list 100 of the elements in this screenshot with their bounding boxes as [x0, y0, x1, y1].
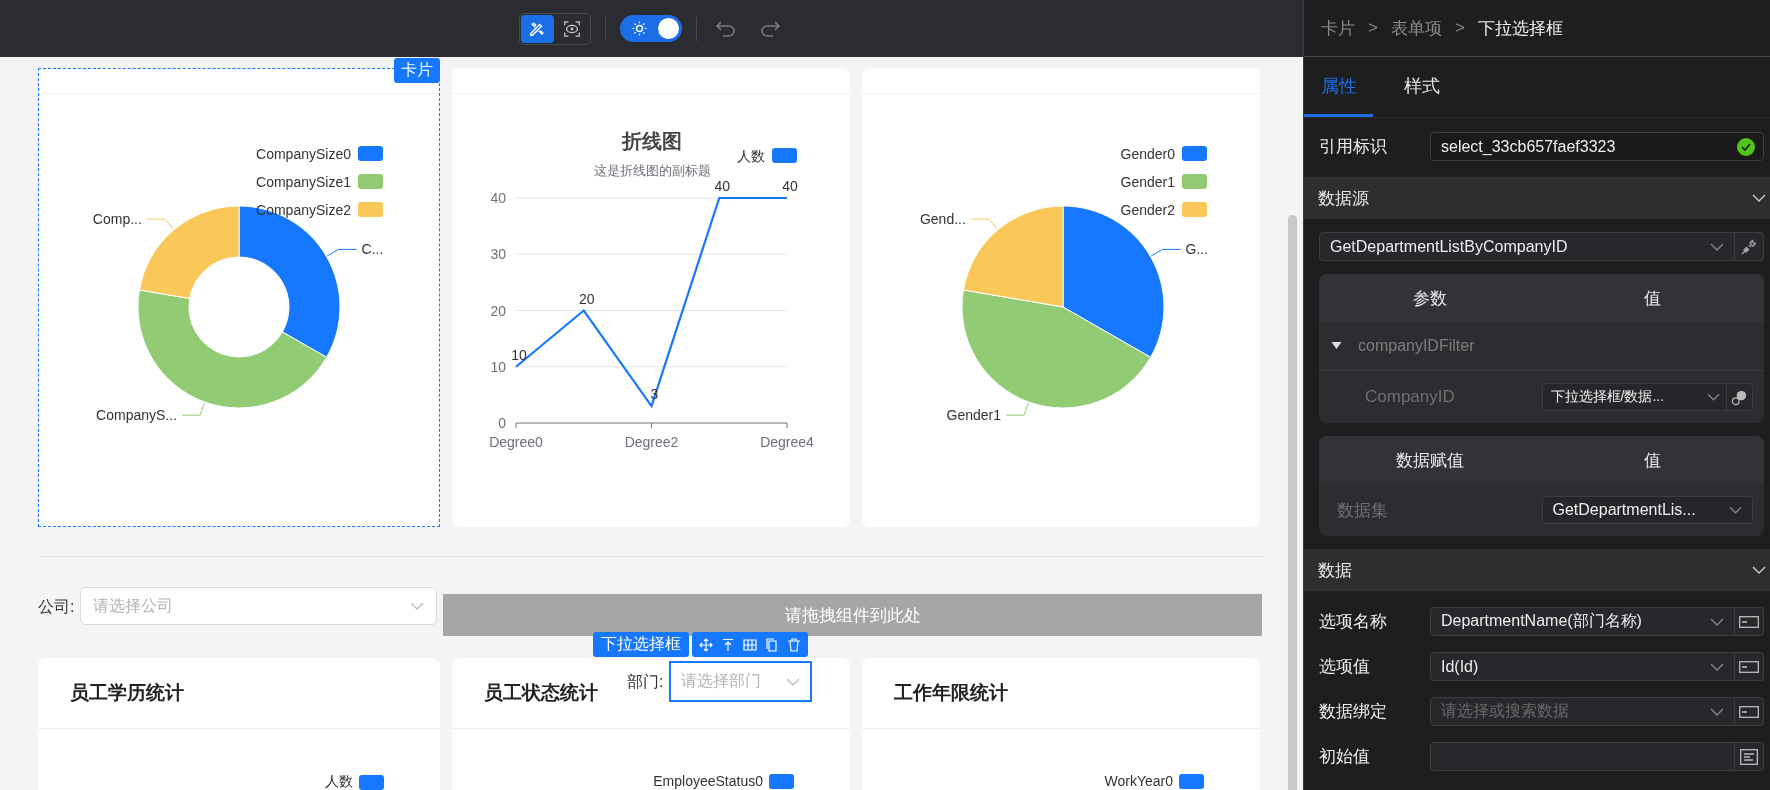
slice-label: CompanyS... — [96, 407, 178, 424]
legend-label: Gender1 — [1120, 174, 1175, 190]
table-icon[interactable] — [743, 637, 757, 652]
leader-line — [181, 402, 205, 416]
column-header: 值 — [1643, 449, 1663, 472]
parameter-name: 数据集 — [1336, 499, 1389, 522]
company-label: 公司: — [38, 597, 75, 617]
legend-label: 人数 — [737, 148, 765, 164]
breadcrumb-separator: > — [1454, 18, 1465, 38]
leader-line — [1005, 402, 1029, 416]
data-label: 40 — [714, 178, 731, 194]
legend-label: CompanySize2 — [256, 202, 351, 218]
department-label: 部门: — [627, 672, 664, 692]
dataset-select[interactable]: GetDepartmentLis... — [1541, 496, 1753, 524]
design-mode-button[interactable] — [520, 14, 554, 43]
plug-icon — [1740, 237, 1758, 256]
data-label: 40 — [782, 178, 798, 194]
card-title: 员工学历统计 — [70, 681, 184, 705]
field-label: 选项名称 — [1319, 611, 1388, 633]
text-lines-icon — [1740, 748, 1758, 765]
panel-tab[interactable]: 属性 — [1304, 57, 1373, 117]
panel-tab[interactable]: 样式 — [1387, 57, 1456, 117]
plug-button[interactable] — [1735, 232, 1764, 261]
chevron-down-icon — [410, 602, 425, 610]
breadcrumb-separator: > — [1368, 18, 1378, 38]
card-tag: 卡片 — [394, 58, 440, 83]
chevron-down-icon — [1729, 506, 1742, 514]
slice-label: Gender1 — [946, 407, 1002, 424]
copy-icon[interactable] — [765, 637, 779, 652]
y-tick-label: 20 — [490, 302, 506, 319]
field-select[interactable]: DepartmentName(部门名称) — [1430, 607, 1735, 636]
column-header: 参数 — [1412, 287, 1449, 310]
link-button[interactable] — [1727, 383, 1753, 411]
section-header[interactable]: 数据 — [1304, 549, 1770, 591]
parameter-name: CompanyID — [1364, 387, 1456, 407]
chart-card[interactable]: Gender0 Gender1 Gender2 Gend... G... Gender1 — [862, 68, 1260, 527]
y-tick-label: 30 — [490, 246, 506, 263]
link-icon — [1731, 388, 1748, 406]
legend-label: EmployeeStatus0 — [653, 773, 763, 789]
legend-label: WorkYear0 — [1104, 773, 1173, 789]
chevron-down-icon — [786, 677, 801, 686]
data-source-select[interactable]: GetDepartmentListByCompanyID — [1319, 232, 1735, 261]
chevron-down-icon — [1710, 707, 1724, 716]
legend-label: Gender2 — [1120, 202, 1175, 218]
scrollbar[interactable] — [1288, 215, 1297, 790]
field-label: 选项值 — [1319, 656, 1371, 678]
theme-toggle[interactable] — [619, 15, 682, 42]
chart-title: 折线图 — [622, 130, 682, 152]
column-header: 数据赋值 — [1395, 449, 1466, 472]
slice-label: C... — [361, 241, 384, 258]
delete-icon[interactable] — [787, 637, 801, 652]
chevron-icon — [1752, 194, 1766, 202]
data-label: 20 — [578, 290, 595, 307]
parameter-group-name: companyIDFilter — [1358, 337, 1475, 355]
chevron-down-icon — [1710, 662, 1724, 671]
parameter-value-select[interactable]: 下拉选择框/数据... — [1541, 383, 1727, 411]
leader-line — [1150, 248, 1182, 257]
binding-button[interactable] — [1735, 607, 1764, 636]
leader-line — [146, 218, 174, 230]
eye-icon — [563, 19, 581, 38]
section-title: 数据源 — [1318, 187, 1369, 210]
x-tick-label: Degree4 — [760, 434, 814, 450]
sun-icon — [631, 21, 647, 36]
input-box-icon — [1739, 705, 1759, 718]
move-icon[interactable] — [699, 637, 713, 652]
breadcrumb-item[interactable]: 卡片 — [1321, 16, 1355, 40]
text-editor-button[interactable] — [1735, 742, 1764, 771]
slice-label: G... — [1185, 241, 1209, 258]
binding-button[interactable] — [1735, 697, 1764, 726]
card-title: 员工状态统计 — [484, 681, 598, 705]
leader-line — [326, 248, 358, 257]
y-tick-label: 10 — [490, 358, 506, 375]
component-tag: 下拉选择框 — [593, 632, 689, 657]
y-tick-label: 40 — [490, 190, 506, 206]
binding-button[interactable] — [1735, 652, 1764, 681]
slice-label: Comp... — [92, 211, 142, 228]
chart-subtitle: 这是折线图的副标题 — [593, 163, 711, 178]
field-label: 初始值 — [1319, 746, 1371, 768]
card-title: 工作年限统计 — [894, 681, 1008, 705]
breadcrumb-item: 下拉选择框 — [1477, 17, 1563, 40]
legend-label: Gender0 — [1120, 146, 1175, 162]
field-select[interactable]: Id(Id) — [1430, 652, 1735, 681]
section-header[interactable]: 数据源 — [1304, 177, 1770, 219]
x-tick-label: Degree0 — [489, 434, 543, 450]
input-field[interactable] — [1430, 742, 1735, 771]
expand-triangle-icon[interactable] — [1331, 342, 1342, 350]
slice-label: Gend... — [919, 211, 966, 228]
chevron-icon — [1752, 566, 1766, 574]
section-title: 数据 — [1318, 559, 1352, 582]
move-to-top-icon[interactable] — [721, 637, 735, 652]
legend-label: 人数 — [325, 773, 353, 790]
chevron-down-icon — [1710, 242, 1724, 251]
leader-line — [970, 218, 998, 230]
data-label: 10 — [511, 346, 527, 363]
legend-label: CompanySize1 — [256, 174, 351, 190]
field-label: 引用标识 — [1319, 136, 1388, 158]
x-tick-label: Degree2 — [624, 434, 679, 450]
reference-id-field[interactable]: select_33cb657faef3323 — [1430, 132, 1764, 161]
chevron-down-icon — [1707, 393, 1720, 401]
breadcrumb-item[interactable]: 表单项 — [1390, 16, 1442, 40]
